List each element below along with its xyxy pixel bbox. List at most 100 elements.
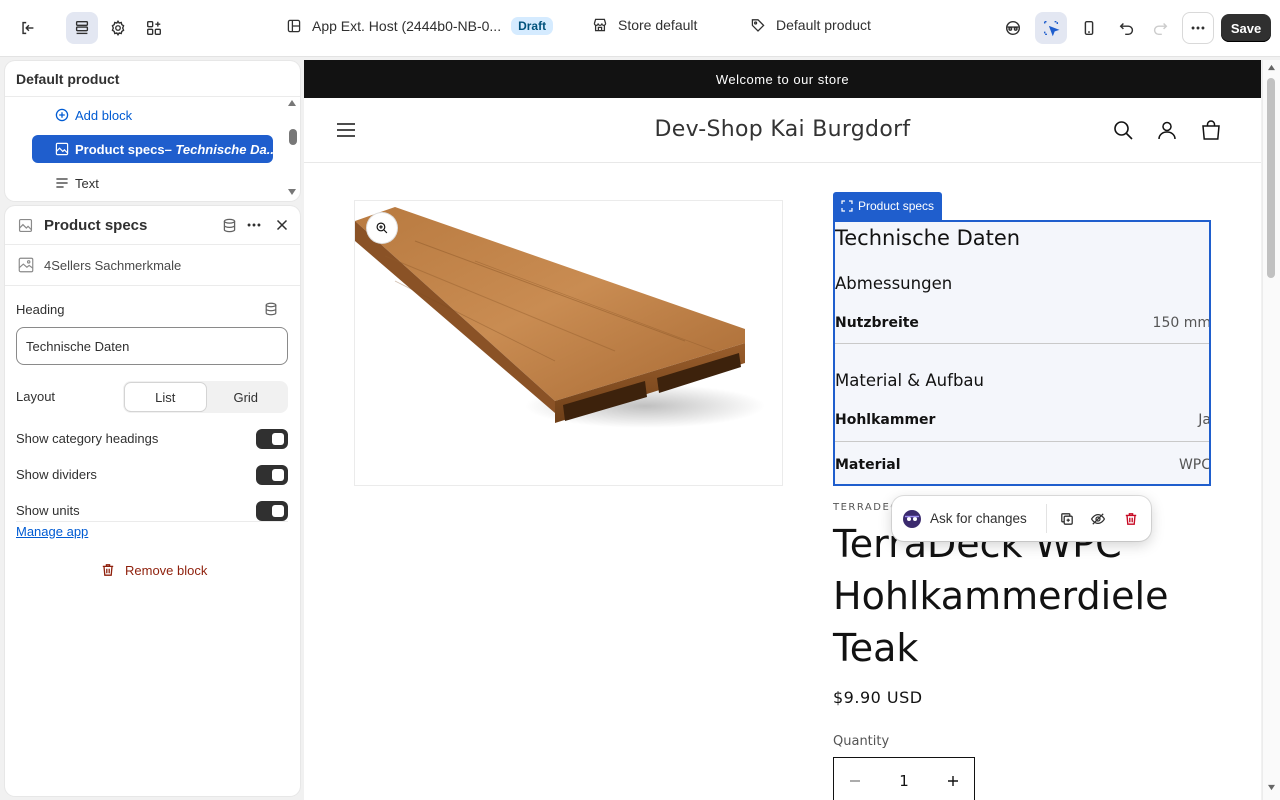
plus-circle-icon: [55, 108, 69, 122]
selected-block-tag[interactable]: Product specs: [833, 192, 943, 220]
block-image-icon: [18, 218, 33, 233]
database-icon[interactable]: [221, 217, 238, 234]
product-price: $9.90 USD: [833, 688, 923, 707]
layout-option-list[interactable]: List: [125, 383, 206, 411]
specs-category-heading: Abmessungen: [835, 274, 953, 293]
show-dividers-toggle[interactable]: [256, 465, 288, 485]
tree-item-sublabel: – Technische Da...: [164, 141, 273, 157]
tree-item-product-specs[interactable]: Product specs – Technische Da...: [32, 135, 273, 163]
app-embeds-button[interactable]: [138, 12, 170, 44]
duplicate-icon[interactable]: [1059, 511, 1075, 527]
remove-block-label: Remove block: [125, 562, 208, 578]
redo-button[interactable]: [1144, 12, 1176, 44]
quantity-value[interactable]: 1: [899, 772, 909, 790]
account-icon[interactable]: [1156, 119, 1178, 141]
show-category-headings-label: Show category headings: [16, 431, 159, 446]
mobile-icon: [1084, 20, 1094, 36]
tree-item-label: Product specs: [75, 141, 165, 157]
tree-item-text[interactable]: Text: [32, 169, 273, 197]
show-units-toggle[interactable]: [256, 501, 288, 521]
heading-input[interactable]: [16, 327, 288, 365]
undo-button[interactable]: [1111, 12, 1143, 44]
select-frame-icon: [841, 200, 853, 212]
app-selector[interactable]: App Ext. Host (2444b0-NB-0... Draft: [286, 17, 554, 35]
heading-field-label: Heading: [16, 302, 65, 317]
dynamic-source-icon[interactable]: [263, 301, 279, 317]
store-selector[interactable]: Store default: [592, 17, 697, 33]
ellipsis-icon[interactable]: [245, 216, 263, 234]
template-selector[interactable]: Default product: [750, 17, 871, 33]
app-source-label: 4Sellers Sachmerkmale: [44, 258, 182, 273]
specs-category-heading: Material & Aufbau: [835, 371, 984, 390]
minus-icon[interactable]: [848, 774, 862, 788]
sections-tab-button[interactable]: [66, 12, 98, 44]
layout-icon: [287, 19, 301, 33]
plus-icon[interactable]: [946, 774, 960, 788]
close-icon[interactable]: [273, 216, 291, 234]
announcement-bar: Welcome to our store: [304, 60, 1261, 98]
tree-item-label: Text: [75, 175, 99, 191]
selected-block-tag-label: Product specs: [858, 199, 935, 213]
more-actions-button[interactable]: [1182, 12, 1214, 44]
divider: [5, 96, 300, 97]
panel-title: Product specs: [44, 217, 148, 234]
template-selector-label: Default product: [776, 17, 871, 33]
quantity-label: Quantity: [833, 734, 890, 749]
block-settings-panel: Product specs 4Sellers Sachmerkmale Head…: [5, 206, 300, 796]
block-image-icon: [55, 142, 69, 156]
product-specs-block[interactable]: Technische Daten Abmessungen Nutzbreite …: [833, 220, 1211, 486]
preview-scrollbar-thumb[interactable]: [1267, 78, 1275, 278]
zoom-button[interactable]: [367, 213, 397, 243]
trash-icon[interactable]: [1123, 511, 1139, 527]
redo-icon: [1153, 22, 1168, 36]
layout-option-grid[interactable]: Grid: [206, 383, 287, 411]
store-selector-label: Store default: [618, 17, 698, 33]
gear-icon: [111, 20, 125, 36]
show-category-headings-toggle[interactable]: [256, 429, 288, 449]
sidekick-icon: [1005, 20, 1021, 36]
sidekick-button[interactable]: [997, 12, 1029, 44]
spec-key: Hohlkammer: [835, 412, 936, 428]
sidekick-icon: [903, 510, 921, 528]
block-action-toolbar: Ask for changes: [892, 496, 1151, 541]
spec-value: WPC: [1178, 457, 1211, 473]
cart-icon[interactable]: [1200, 119, 1222, 141]
ask-for-changes-button[interactable]: Ask for changes: [930, 511, 1027, 526]
save-button[interactable]: Save: [1221, 14, 1271, 42]
app-logo-icon: [18, 257, 34, 273]
tree-scrollbar-thumb[interactable]: [289, 129, 297, 145]
editor-topbar: App Ext. Host (2444b0-NB-0... Draft Stor…: [0, 0, 1280, 57]
app-name: App Ext. Host (2444b0-NB-0...: [312, 18, 502, 34]
divider: [16, 521, 288, 522]
mobile-preview-button[interactable]: [1073, 12, 1105, 44]
preview-scrollbar[interactable]: [1262, 60, 1280, 800]
remove-block-button[interactable]: Remove block: [100, 562, 207, 578]
trash-icon: [102, 564, 114, 576]
decking-board-image: [355, 207, 765, 428]
hide-icon[interactable]: [1090, 511, 1106, 527]
draft-badge: Draft: [511, 17, 554, 35]
theme-settings-button[interactable]: [102, 12, 134, 44]
exit-button[interactable]: [12, 12, 44, 44]
exit-icon: [22, 21, 34, 35]
product-image[interactable]: [354, 200, 783, 486]
spec-divider: [835, 343, 1209, 344]
search-icon[interactable]: [1112, 119, 1134, 141]
scroll-up-icon[interactable]: [1267, 64, 1276, 71]
divider: [5, 244, 300, 245]
manage-app-link[interactable]: Manage app: [16, 524, 88, 539]
layout-field-label: Layout: [16, 389, 56, 404]
scroll-up-icon[interactable]: [287, 99, 297, 107]
inspector-toggle-button[interactable]: [1035, 12, 1067, 44]
store-header: Dev-Shop Kai Burgdorf: [304, 98, 1261, 163]
spec-key: Nutzbreite: [835, 315, 919, 331]
scroll-down-icon[interactable]: [1267, 784, 1276, 791]
product-title: TerraDeck WPC Hohlkammerdiele Teak: [833, 522, 1169, 670]
add-block-button[interactable]: Add block: [32, 101, 273, 129]
section-tree: Default product Add block Product specs …: [5, 61, 300, 201]
spec-value: Ja: [1198, 412, 1211, 428]
divider: [5, 285, 300, 286]
scroll-down-icon[interactable]: [287, 188, 297, 196]
store-icon: [593, 18, 607, 32]
apps-icon: [147, 21, 161, 35]
